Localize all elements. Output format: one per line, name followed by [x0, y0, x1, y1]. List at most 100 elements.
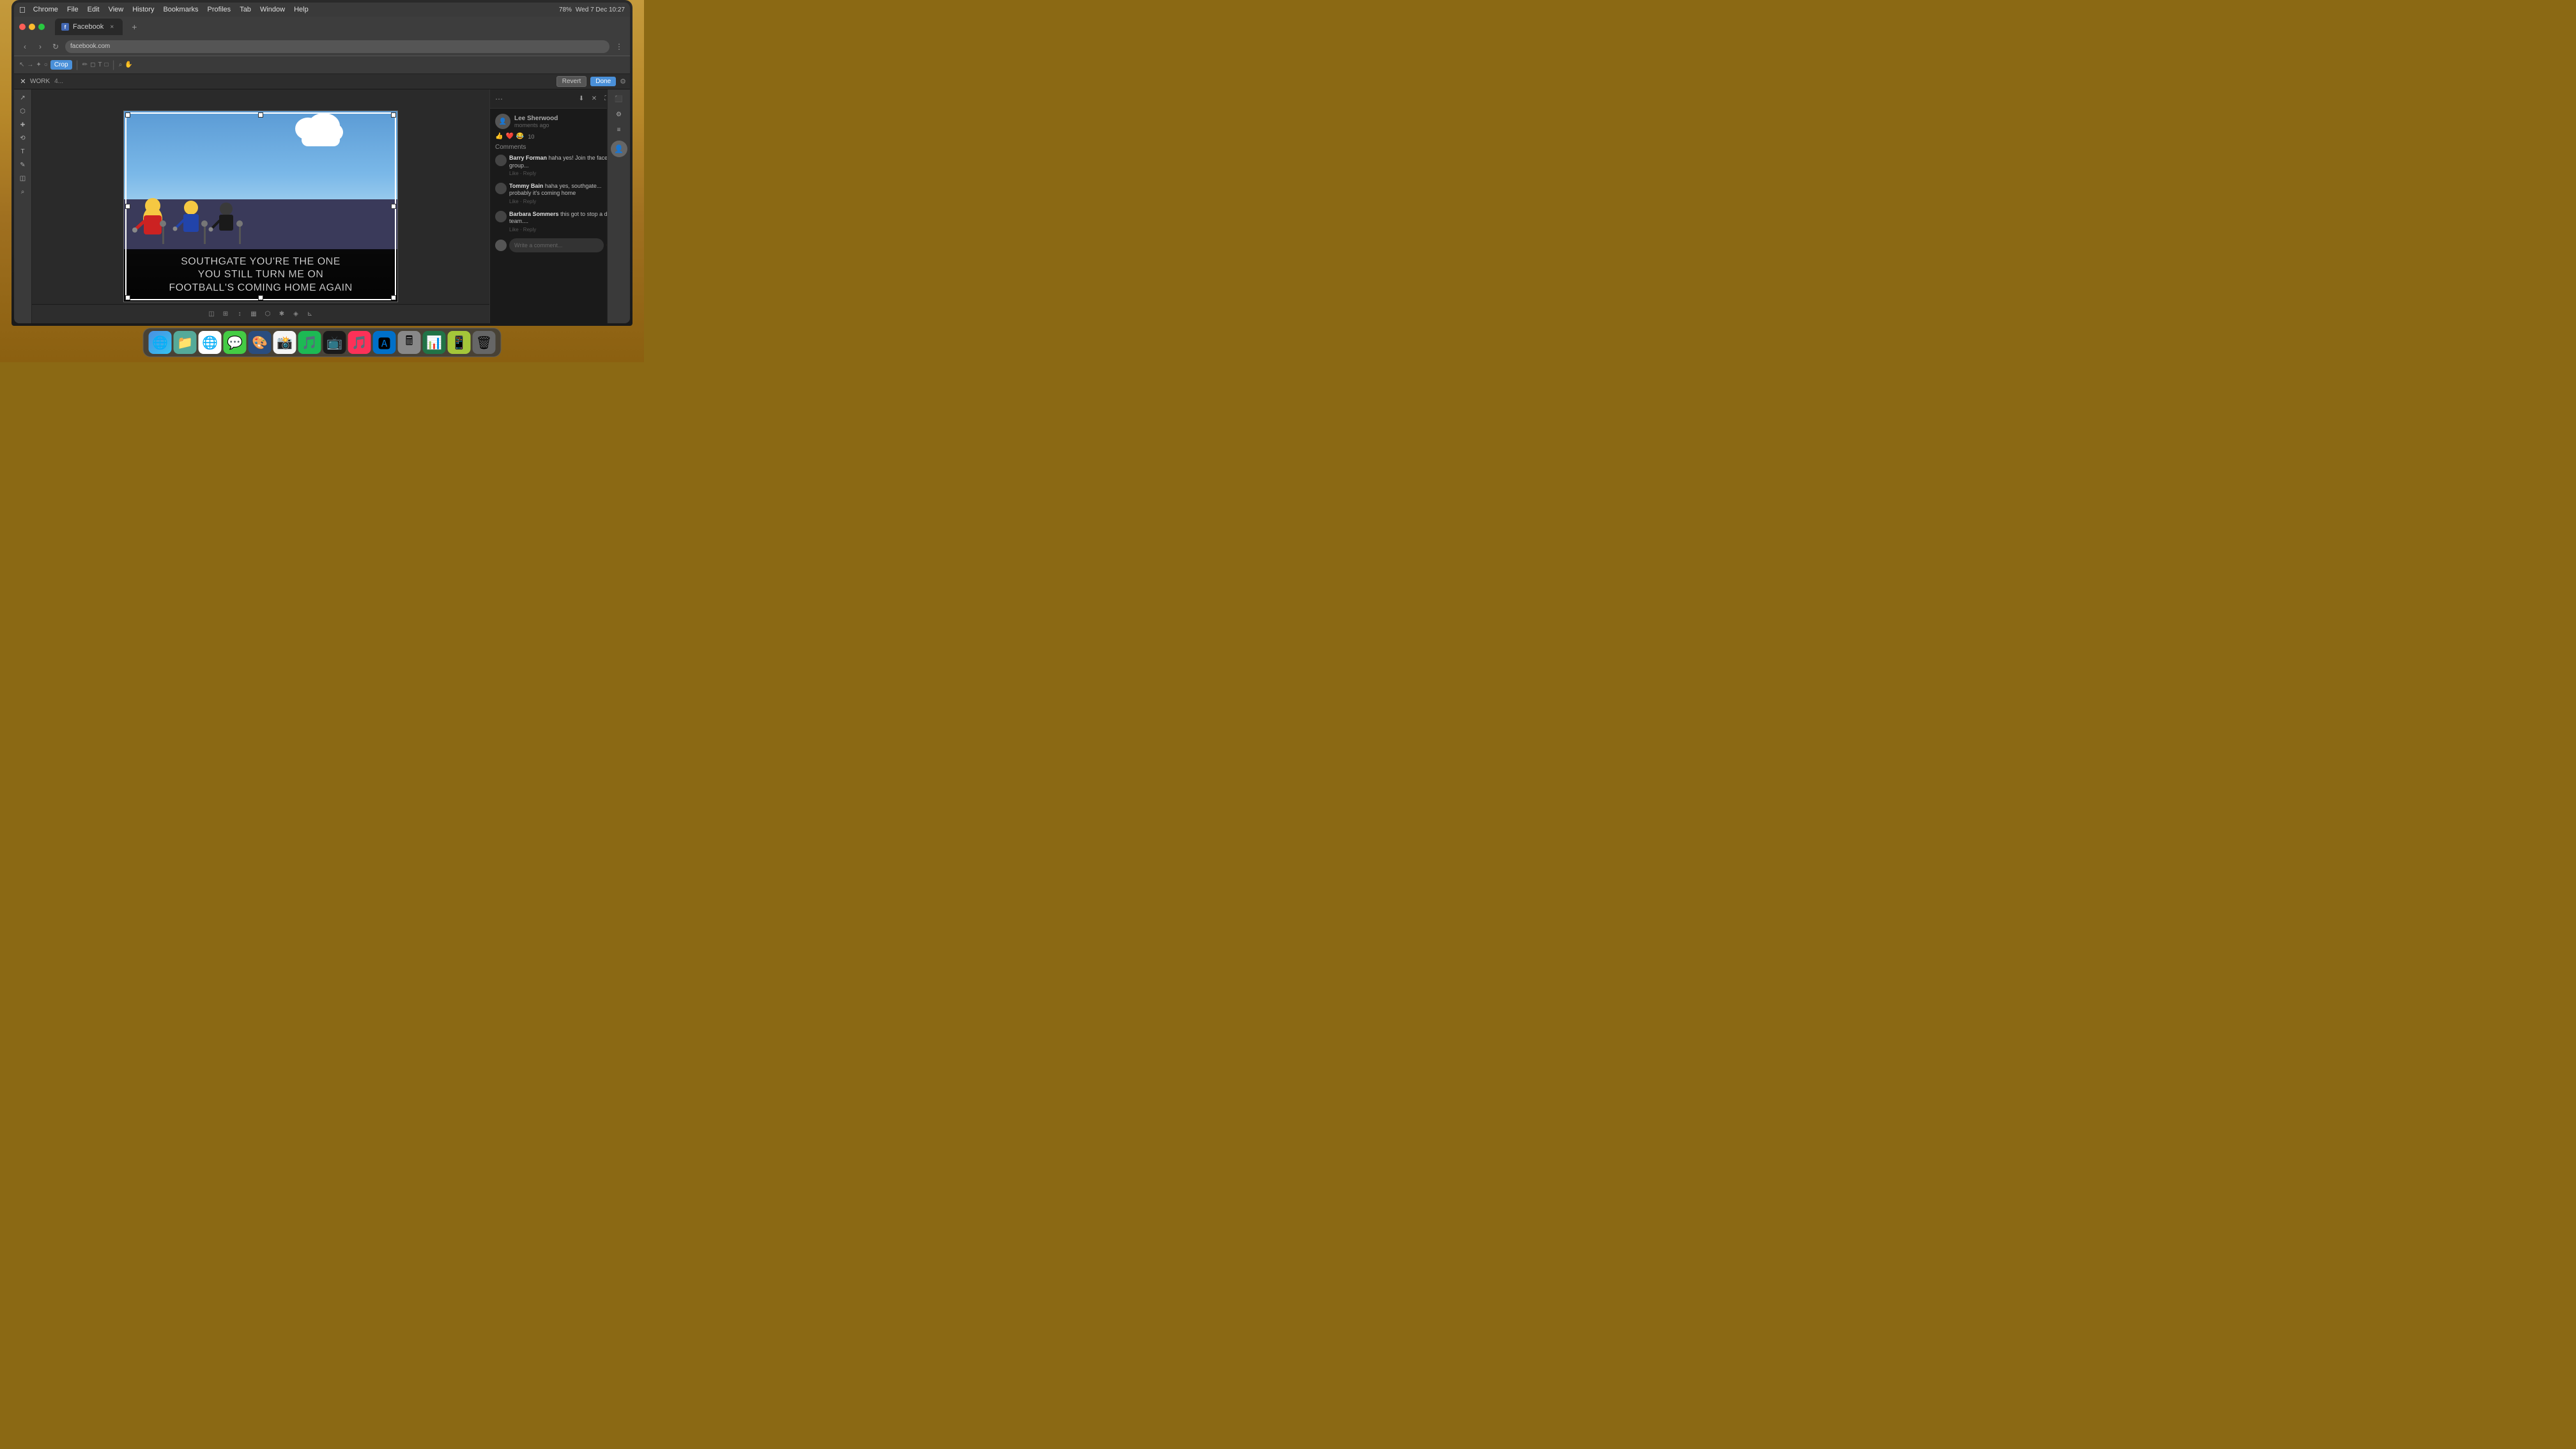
- ps-settings-icon[interactable]: ⚙: [620, 77, 626, 86]
- macos-menubar:  Chrome File Edit View History Bookmark…: [14, 3, 630, 17]
- ps-bottom-toolbar: ◫ ⊞ ↕ ▦ ⬡ ✱ ◈ ⊾: [32, 304, 489, 323]
- bottom-tool-8[interactable]: ⊾: [304, 309, 316, 320]
- refresh-button[interactable]: ↻: [50, 41, 61, 52]
- ps-tool-wand[interactable]: ✦: [36, 61, 41, 68]
- menu-file[interactable]: File: [67, 6, 79, 13]
- bottom-tool-2[interactable]: ⊞: [220, 309, 231, 320]
- tab-close-button[interactable]: ×: [107, 22, 116, 31]
- new-tab-button[interactable]: +: [128, 20, 141, 33]
- back-button[interactable]: ‹: [19, 41, 31, 52]
- ps-filename: 4...: [54, 78, 63, 85]
- menu-bookmarks[interactable]: Bookmarks: [163, 6, 198, 13]
- ps-tool-shapes[interactable]: □: [104, 61, 108, 68]
- ps-tool-type[interactable]: T: [98, 61, 102, 68]
- ps-right-tool-2[interactable]: ⚙: [610, 107, 628, 121]
- macos-status-bar: 78% Wed 7 Dec 10:27: [559, 6, 625, 13]
- meme-image: SOUTHGATE YOU'RE THE ONE YOU STILL TURN …: [123, 111, 398, 302]
- simpsons-characters: [127, 190, 306, 250]
- ps-tool-arrow[interactable]: →: [27, 61, 33, 68]
- chrome-tab-facebook[interactable]: f Facebook ×: [55, 19, 123, 35]
- menu-profiles[interactable]: Profiles: [208, 6, 231, 13]
- menu-window[interactable]: Window: [260, 6, 285, 13]
- ps-left-tool-5[interactable]: T: [17, 146, 29, 157]
- bottom-tool-3[interactable]: ↕: [234, 309, 245, 320]
- dock-icon-folder[interactable]: 📁: [174, 331, 197, 354]
- dock-icon-photoshop[interactable]: 🎨: [249, 331, 272, 354]
- meme-text-overlay: SOUTHGATE YOU'RE THE ONE YOU STILL TURN …: [124, 249, 397, 302]
- current-user-avatar: [495, 240, 507, 251]
- user-avatar-circle: 👤: [611, 141, 627, 157]
- revert-button[interactable]: Revert: [556, 76, 586, 87]
- ps-close-button[interactable]: ✕: [18, 77, 28, 87]
- fullscreen-window-button[interactable]: [38, 24, 45, 30]
- comment-input[interactable]: Write a comment...: [509, 238, 604, 252]
- done-button[interactable]: Done: [590, 77, 616, 86]
- minimize-window-button[interactable]: [29, 24, 35, 30]
- dock-icon-android[interactable]: 📱: [448, 331, 471, 354]
- dock-icon-tv[interactable]: 📺: [323, 331, 346, 354]
- dock-icon-finder[interactable]: 🌐: [149, 331, 172, 354]
- ps-tool-lasso[interactable]: ○: [44, 61, 48, 68]
- apple-logo-icon: : [19, 5, 26, 15]
- panel-save-icon[interactable]: ⬇: [576, 94, 586, 104]
- panel-close-icon[interactable]: ✕: [589, 94, 599, 104]
- chrome-browser: f Facebook × + ‹ › ↻ facebook.com ⋮ ↖ →: [14, 17, 630, 323]
- comments-label: Comments: [495, 144, 526, 151]
- battery-status: 78%: [559, 6, 572, 13]
- bottom-tool-7[interactable]: ◈: [290, 309, 302, 320]
- bottom-tool-4[interactable]: ▦: [248, 309, 259, 320]
- dock-icon-trash[interactable]: 🗑: [473, 331, 496, 354]
- datetime-status: Wed 7 Dec 10:27: [576, 6, 625, 13]
- reaction-count: 10: [528, 134, 534, 140]
- ps-tool-zoom[interactable]: ⌕: [119, 61, 123, 68]
- dock-icon-calculator[interactable]: 🖩: [398, 331, 421, 354]
- menu-tab[interactable]: Tab: [240, 6, 251, 13]
- comment3-avatar: [495, 211, 507, 222]
- comments-section-header: Comments ▾: [495, 144, 625, 151]
- chrome-titlebar: f Facebook × +: [14, 17, 630, 37]
- ps-tool-hand[interactable]: ✋: [125, 61, 132, 68]
- ps-right-tool-3[interactable]: ≡: [610, 123, 628, 137]
- menu-help[interactable]: Help: [294, 6, 309, 13]
- dock-icon-music[interactable]: 🎵: [348, 331, 371, 354]
- meme-text-line3: FOOTBALL'S COMING HOME AGAIN: [129, 282, 392, 295]
- panel-dots-icon[interactable]: ⋯: [495, 95, 503, 103]
- ps-left-tool-2[interactable]: ⬡: [17, 105, 29, 117]
- menu-edit[interactable]: Edit: [88, 6, 100, 13]
- forward-button[interactable]: ›: [34, 41, 46, 52]
- ps-right-tool-1[interactable]: ⬛: [610, 92, 628, 106]
- menu-history[interactable]: History: [132, 6, 154, 13]
- comment-item-3: Barbara Sommers this got to stop a decen…: [495, 211, 625, 234]
- mac-dock: 🌐 📁 🌐 💬 🎨 📸 🎵 📺 🎵 🅰 🖩 📊 📱 🗑: [143, 328, 502, 357]
- ps-left-tool-7[interactable]: ◫: [17, 172, 29, 184]
- address-bar[interactable]: facebook.com: [65, 40, 610, 53]
- ps-tool-select[interactable]: ↖: [19, 61, 24, 68]
- dock-icon-messages[interactable]: 💬: [224, 331, 247, 354]
- ps-left-tool-8[interactable]: ⌕: [17, 186, 29, 197]
- laptop-screen:  Chrome File Edit View History Bookmark…: [14, 3, 630, 323]
- ps-tool-brush[interactable]: ✏: [82, 61, 88, 68]
- menu-view[interactable]: View: [109, 6, 124, 13]
- comment2-avatar: [495, 183, 507, 194]
- meme-text-line2: YOU STILL TURN ME ON: [129, 268, 392, 282]
- ps-tool-crop-active[interactable]: Crop: [50, 60, 72, 70]
- bottom-tool-1[interactable]: ◫: [206, 309, 217, 320]
- fb-post-timestamp: moments ago: [514, 122, 558, 128]
- close-window-button[interactable]: [19, 24, 26, 30]
- love-icon: ❤️: [505, 133, 513, 140]
- dock-icon-chrome[interactable]: 🌐: [199, 331, 222, 354]
- menu-chrome[interactable]: Chrome: [33, 6, 58, 13]
- bottom-tool-6[interactable]: ✱: [276, 309, 288, 320]
- dock-icon-appstore[interactable]: 🅰: [373, 331, 396, 354]
- ps-left-tool-6[interactable]: ✎: [17, 159, 29, 171]
- ps-left-tool-4[interactable]: ⟲: [17, 132, 29, 144]
- extensions-button[interactable]: ⋮: [613, 41, 625, 52]
- dock-icon-spotify[interactable]: 🎵: [298, 331, 321, 354]
- ps-tool-eraser[interactable]: ◻: [90, 61, 95, 68]
- ps-left-tool-1[interactable]: ↗: [17, 92, 29, 103]
- dock-icon-photos[interactable]: 📸: [273, 331, 296, 354]
- bottom-tool-5[interactable]: ⬡: [262, 309, 273, 320]
- dock-icon-excel[interactable]: 📊: [423, 331, 446, 354]
- ps-toolbar-main: ↖ → ✦ ○ Crop | ✏ ◻ T □ | ⌕ ✋: [14, 56, 630, 74]
- ps-left-tool-3[interactable]: ✚: [17, 119, 29, 130]
